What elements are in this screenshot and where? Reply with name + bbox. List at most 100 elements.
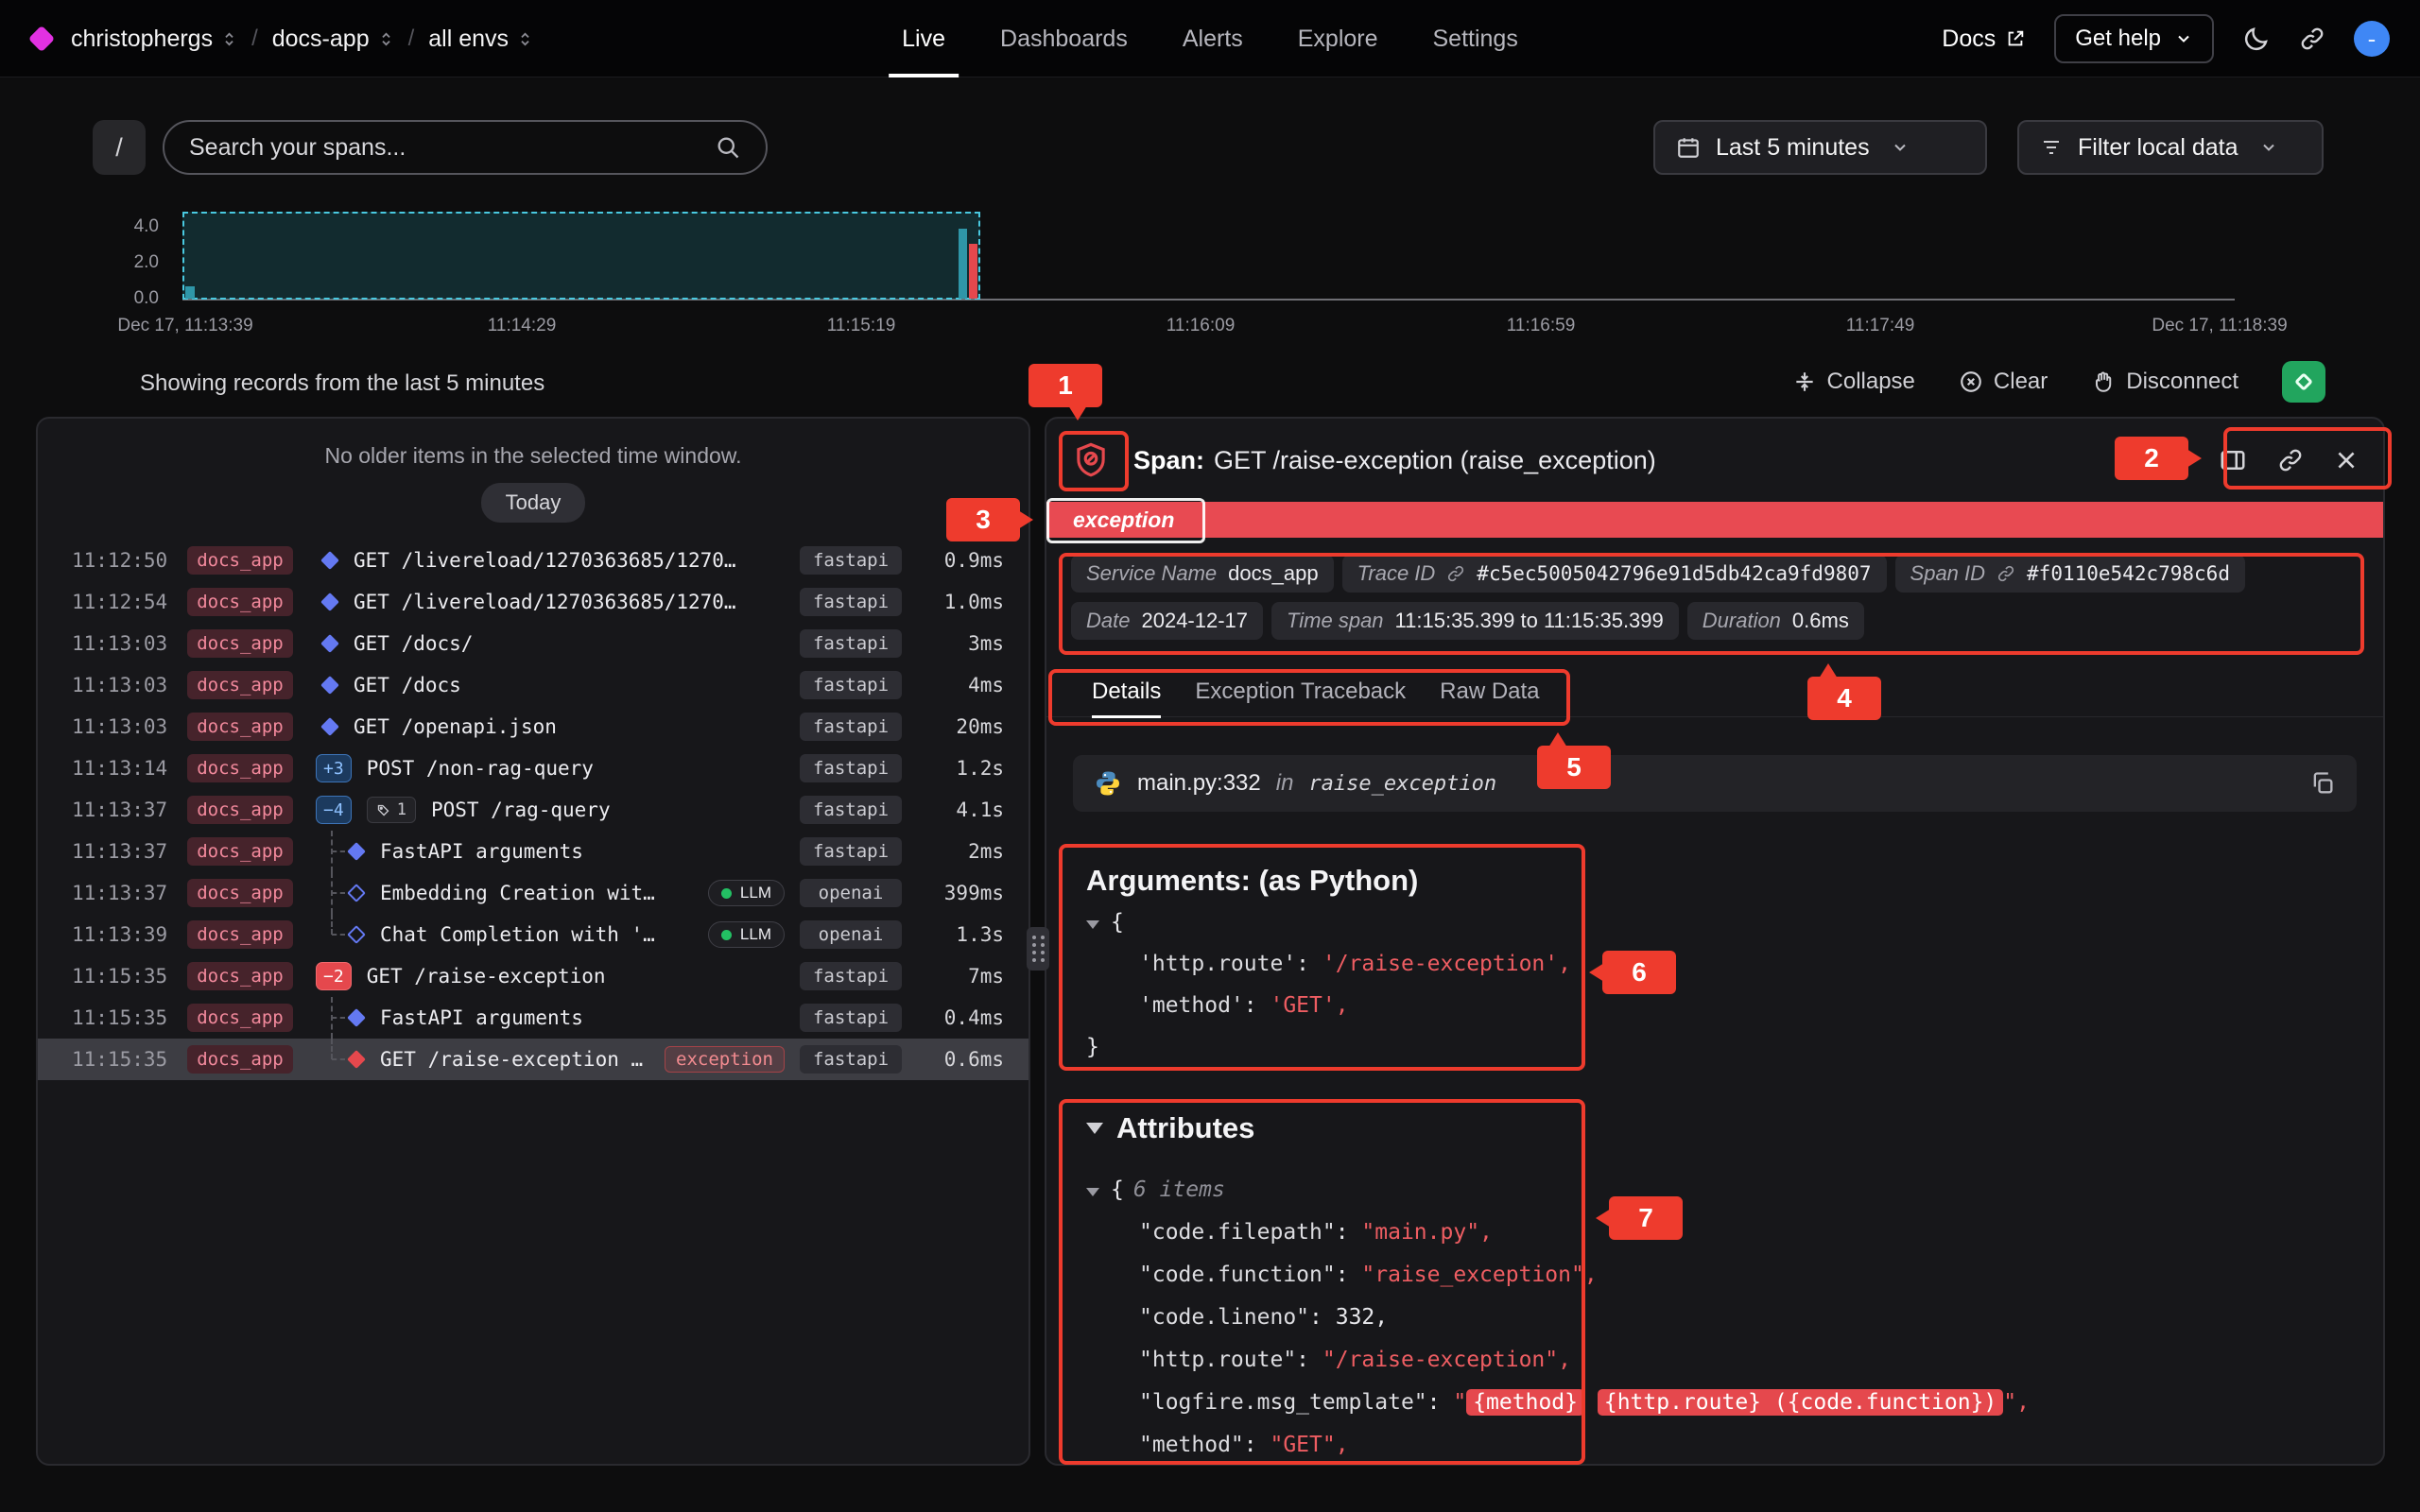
child-count-toggle[interactable]: −4 xyxy=(316,796,352,824)
table-row[interactable]: 11:13:39 docs_app Chat Completion with '… xyxy=(38,914,1028,955)
child-count-toggle-error[interactable]: −2 xyxy=(316,962,352,990)
row-time: 11:13:37 xyxy=(72,840,187,863)
arguments-close-line: } xyxy=(1086,1026,2383,1068)
close-icon xyxy=(2334,448,2359,472)
copy-icon xyxy=(2309,770,2336,797)
y-axis-tick: 4.0 xyxy=(95,216,159,237)
nav-tab-settings[interactable]: Settings xyxy=(1433,0,1518,77)
x-axis-tick: 11:16:59 xyxy=(1507,316,1576,336)
trace-rows: 11:12:50 docs_app GET /livereload/127036… xyxy=(38,540,1028,1080)
exception-shield-icon xyxy=(1071,438,1111,482)
time-range-button[interactable]: Last 5 minutes xyxy=(1653,120,1987,175)
nav-tab-dashboards[interactable]: Dashboards xyxy=(1000,0,1128,77)
chart-bar-error[interactable] xyxy=(969,244,977,299)
nav-tab-live[interactable]: Live xyxy=(902,0,945,77)
span-duration: 399ms xyxy=(917,882,1004,904)
time-span-chip: Time span 11:15:35.399 to 11:15:35.399 xyxy=(1271,602,1679,640)
x-axis-tick: 11:15:19 xyxy=(827,316,896,336)
table-row[interactable]: 11:12:50 docs_app GET /livereload/127036… xyxy=(38,540,1028,581)
logfire-logo-icon[interactable] xyxy=(28,26,55,52)
live-indicator-button[interactable] xyxy=(2282,361,2325,403)
collapse-caret-icon[interactable] xyxy=(1086,920,1099,929)
project-selector[interactable]: docs-app xyxy=(272,26,394,53)
span-id-link-icon[interactable] xyxy=(1996,564,2015,583)
section-collapse-caret-icon[interactable] xyxy=(1086,1123,1103,1134)
panel-resize-handle[interactable] xyxy=(1027,927,1049,971)
clear-button[interactable]: Clear xyxy=(1959,369,2048,395)
span-duration: 3ms xyxy=(917,632,1004,655)
environment-selector[interactable]: all envs xyxy=(428,26,533,53)
instrumentation-badge: fastapi xyxy=(800,796,902,824)
llm-chip: LLM xyxy=(708,880,785,906)
table-row[interactable]: 11:13:37 docs_app FastAPI arguments fast… xyxy=(38,831,1028,872)
org-selector[interactable]: christophergs xyxy=(71,26,237,53)
tab-exception-traceback[interactable]: Exception Traceback xyxy=(1195,666,1406,717)
span-name: GET /livereload/1270363685/1270… xyxy=(354,549,736,572)
copy-button[interactable] xyxy=(2309,770,2336,797)
breadcrumb: christophergs / docs-app / all envs xyxy=(32,0,533,77)
main-nav: Live Dashboards Alerts Explore Settings xyxy=(902,0,1518,77)
table-row[interactable]: 11:13:37 docs_app −4 1 POST /rag-query f… xyxy=(38,789,1028,831)
user-avatar[interactable]: - xyxy=(2354,21,2390,57)
service-name-badge: docs_app xyxy=(187,796,293,824)
llm-chip: LLM xyxy=(708,921,785,948)
table-row[interactable]: 11:12:54 docs_app GET /livereload/127036… xyxy=(38,581,1028,623)
docs-link[interactable]: Docs xyxy=(1942,26,2026,53)
chart-time-selection[interactable] xyxy=(182,212,980,300)
span-duration: 2ms xyxy=(917,840,1004,863)
annotation-label-1: 1 xyxy=(1028,364,1102,407)
filter-local-data-button[interactable]: Filter local data xyxy=(2017,120,2324,175)
today-pill-button[interactable]: Today xyxy=(481,483,586,523)
table-row[interactable]: 11:13:37 docs_app Embedding Creation wit… xyxy=(38,872,1028,914)
trace-id-link-icon[interactable] xyxy=(1446,564,1465,583)
collapse-icon xyxy=(1792,369,1817,394)
row-time: 11:12:50 xyxy=(72,549,187,572)
source-in-word: in xyxy=(1276,770,1294,797)
search-shortcut-key[interactable]: / xyxy=(93,120,146,175)
collapse-caret-icon[interactable] xyxy=(1086,1188,1099,1196)
service-name-badge: docs_app xyxy=(187,920,293,949)
row-time: 11:15:35 xyxy=(72,1006,187,1029)
instrumentation-badge: openai xyxy=(800,879,902,907)
link-icon xyxy=(2277,447,2304,473)
row-time: 11:13:03 xyxy=(72,715,187,738)
breadcrumb-separator: / xyxy=(251,26,258,52)
row-time: 11:12:54 xyxy=(72,591,187,613)
nav-tab-explore[interactable]: Explore xyxy=(1298,0,1378,77)
items-count-note: 6 items xyxy=(1133,1177,1225,1202)
service-name-badge: docs_app xyxy=(187,837,293,866)
tab-details[interactable]: Details xyxy=(1092,666,1161,717)
row-time: 11:13:03 xyxy=(72,674,187,696)
span-duration: 4ms xyxy=(917,674,1004,696)
table-row[interactable]: 11:15:35 docs_app −2 GET /raise-exceptio… xyxy=(38,955,1028,997)
share-link-button[interactable] xyxy=(2299,26,2325,52)
nav-tab-alerts[interactable]: Alerts xyxy=(1183,0,1243,77)
span-detail-panel: Span:GET /raise-exception (raise_excepti… xyxy=(1045,417,2385,1466)
row-time: 11:15:35 xyxy=(72,1048,187,1071)
dark-mode-toggle[interactable] xyxy=(2242,25,2271,53)
table-row-selected[interactable]: 11:15:35 docs_app GET /raise-exception …… xyxy=(38,1039,1028,1080)
chart-bar[interactable] xyxy=(959,229,967,299)
search-input[interactable] xyxy=(189,134,715,162)
row-time: 11:13:39 xyxy=(72,923,187,946)
child-count-toggle[interactable]: +3 xyxy=(316,754,352,782)
collapse-button[interactable]: Collapse xyxy=(1792,369,1915,395)
attribute-line: "method": "GET", xyxy=(1086,1424,2383,1466)
table-row[interactable]: 11:13:03 docs_app GET /docs fastapi4ms xyxy=(38,664,1028,706)
table-row[interactable]: 11:13:14 docs_app +3 POST /non-rag-query… xyxy=(38,747,1028,789)
copy-span-link-button[interactable] xyxy=(2277,447,2304,473)
get-help-button[interactable]: Get help xyxy=(2054,14,2214,63)
python-icon xyxy=(1094,769,1122,798)
table-row[interactable]: 11:13:03 docs_app GET /openapi.json fast… xyxy=(38,706,1028,747)
disconnect-button[interactable]: Disconnect xyxy=(2091,369,2238,395)
dock-panel-button[interactable] xyxy=(2219,446,2247,474)
close-panel-button[interactable] xyxy=(2334,448,2359,472)
table-row[interactable]: 11:13:03 docs_app GET /docs/ fastapi3ms xyxy=(38,623,1028,664)
table-row[interactable]: 11:15:35 docs_app FastAPI arguments fast… xyxy=(38,997,1028,1039)
tree-connector xyxy=(316,872,350,914)
tree-connector xyxy=(316,914,350,955)
instrumentation-badge: fastapi xyxy=(800,962,902,990)
tab-raw-data[interactable]: Raw Data xyxy=(1440,666,1539,717)
records-window-status: Showing records from the last 5 minutes xyxy=(140,370,544,397)
chart-bar[interactable] xyxy=(185,286,195,299)
